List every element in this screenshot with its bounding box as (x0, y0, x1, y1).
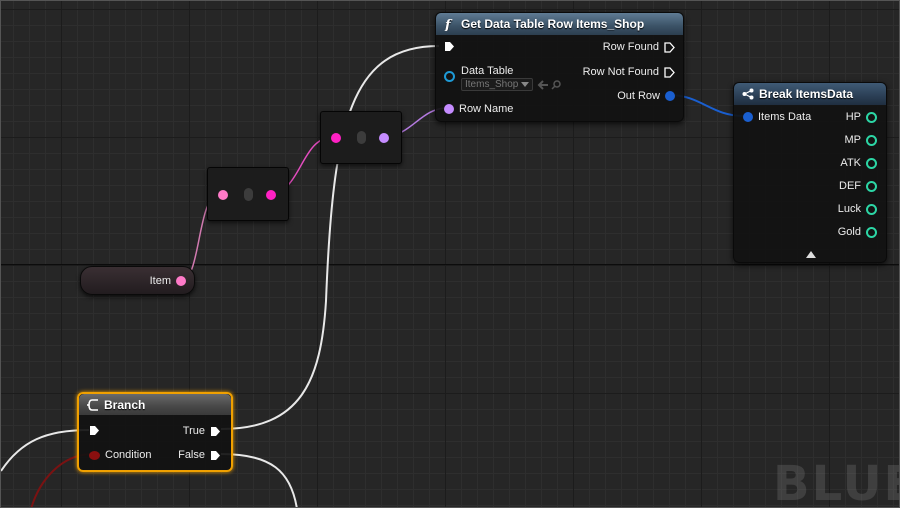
data-table-combo[interactable]: Items_Shop (461, 78, 534, 91)
exec-out-icon (664, 41, 675, 53)
def-output-pin[interactable]: DEF (834, 180, 877, 192)
collapse-arrow-icon[interactable] (806, 251, 816, 258)
row-found-pin[interactable]: Row Found (598, 41, 675, 53)
break-items-data-node[interactable]: Break ItemsData Items Data HP MP ATK DEF… (733, 82, 887, 263)
mp-output-pin[interactable]: MP (840, 134, 877, 146)
struct-pin-icon (665, 91, 675, 101)
luck-output-pin[interactable]: Luck (833, 203, 877, 215)
exec-in-pin[interactable] (444, 41, 455, 52)
string-input-pin-icon[interactable] (331, 133, 341, 143)
exec-pin-icon (445, 42, 454, 51)
boolean-pin-icon (89, 450, 100, 460)
string-output-pin-icon[interactable] (266, 190, 276, 200)
integer-pin-icon (866, 157, 877, 169)
row-not-found-pin[interactable]: Row Not Found (578, 66, 675, 78)
exec-wire-branch-in (1, 429, 90, 472)
break-struct-icon (742, 88, 754, 100)
blueprint-watermark: BLUEPRINT (773, 456, 899, 508)
name-pin-icon (444, 104, 454, 114)
exec-wire-true (220, 45, 440, 430)
integer-pin-icon (866, 203, 877, 215)
row-name-pin[interactable]: Row Name (444, 103, 518, 115)
string-input-pin-icon[interactable] (218, 190, 228, 200)
conversion-node-1[interactable] (207, 167, 289, 221)
exec-pin-icon (90, 426, 99, 435)
conversion-node-2[interactable] (320, 111, 402, 164)
conversion-icon (357, 131, 366, 144)
exec-out-icon (211, 426, 220, 436)
get-data-table-row-title: Get Data Table Row Items_Shop (461, 17, 645, 31)
get-data-table-row-node[interactable]: f Get Data Table Row Items_Shop Row Foun… (435, 12, 684, 122)
chevron-down-icon (521, 81, 530, 87)
integer-pin-icon (866, 134, 877, 146)
items-data-input-pin[interactable]: Items Data (743, 111, 816, 123)
branch-condition-pin[interactable]: Condition (89, 449, 156, 461)
branch-node[interactable]: Branch True Condition False (77, 392, 233, 472)
struct-pin-icon (743, 112, 753, 122)
name-output-pin-icon[interactable] (379, 133, 389, 143)
data-table-pin[interactable]: Data Table Items_Shop (444, 65, 562, 91)
out-row-pin[interactable]: Out Row (612, 90, 675, 102)
exec-out-icon (664, 66, 675, 78)
function-icon: f (444, 18, 456, 31)
hp-output-pin[interactable]: HP (841, 111, 877, 123)
integer-pin-icon (866, 111, 877, 123)
branch-false-pin[interactable]: False (173, 449, 221, 461)
exec-out-icon (211, 450, 220, 460)
break-items-data-header[interactable]: Break ItemsData (734, 83, 886, 105)
get-data-table-row-header[interactable]: f Get Data Table Row Items_Shop (436, 13, 683, 35)
item-output-pin[interactable]: Item (145, 275, 186, 287)
blueprint-graph-canvas[interactable]: f Get Data Table Row Items_Shop Row Foun… (0, 0, 900, 508)
svg-text:f: f (444, 18, 453, 31)
branch-true-pin[interactable]: True (178, 425, 221, 437)
break-items-data-title: Break ItemsData (759, 87, 854, 101)
item-variable-node[interactable]: Item (80, 266, 195, 295)
conversion-icon (244, 188, 253, 201)
branch-header[interactable]: Branch (79, 394, 231, 415)
string-pin-icon (176, 276, 186, 286)
branch-exec-in-pin[interactable] (89, 425, 100, 436)
use-selected-asset-icon[interactable] (537, 79, 549, 90)
atk-output-pin[interactable]: ATK (835, 157, 877, 169)
integer-pin-icon (866, 226, 877, 238)
branch-icon (87, 398, 99, 411)
branch-title: Branch (104, 397, 146, 412)
browse-search-icon[interactable] (551, 79, 562, 90)
integer-pin-icon (866, 180, 877, 192)
data-table-pin-icon (444, 71, 455, 82)
gold-output-pin[interactable]: Gold (833, 226, 877, 238)
